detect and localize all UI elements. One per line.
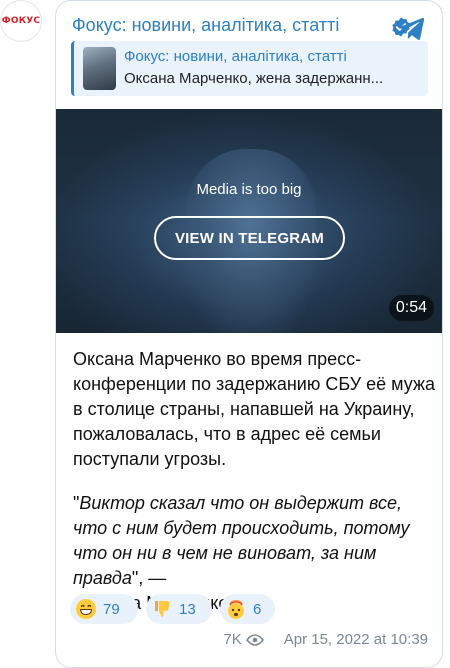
view-in-telegram-button[interactable]: VIEW IN TELEGRAM — [154, 216, 345, 260]
grinning-face-icon — [76, 599, 96, 619]
view-count: 7K — [223, 631, 242, 648]
post-header: Фокус: новини, аналітика, статті — [72, 13, 426, 43]
reply-thumbnail — [83, 47, 116, 90]
message-text: Оксана Марченко во время пресс-конференц… — [73, 347, 435, 616]
video-duration-badge: 0:54 — [388, 295, 434, 321]
reaction-exploding-head[interactable]: 6 — [220, 594, 275, 624]
reaction-count: 13 — [179, 600, 196, 618]
reply-title: Фокус: новини, аналітика, статті — [124, 48, 347, 65]
post-footer: 7K Apr 15, 2022 at 10:39 — [223, 631, 428, 648]
post-card: Фокус: новини, аналітика, статті Фокус: … — [55, 0, 443, 668]
media-too-big-message: Media is too big — [196, 181, 302, 198]
reply-preview[interactable]: Фокус: новини, аналітика, статті Оксана … — [71, 41, 428, 96]
message-paragraph: Оксана Марченко во время пресс-конференц… — [73, 349, 436, 469]
exploding-head-icon — [228, 600, 244, 619]
avatar-logo-text: ФОКУС — [1, 16, 41, 26]
post-date-link[interactable]: Apr 15, 2022 at 10:39 — [284, 631, 428, 648]
media-placeholder: Media is too big VIEW IN TELEGRAM 0:54 — [56, 109, 442, 333]
reply-text: Оксана Марченко, жена задержанн... — [124, 70, 384, 87]
quote-text: Виктор сказал что он выдержит все, что с… — [73, 493, 410, 588]
channel-avatar[interactable]: ФОКУС — [0, 0, 42, 42]
reaction-count: 6 — [253, 600, 262, 618]
views-eye-icon — [245, 633, 264, 646]
quote-close-mark: ", — — [131, 568, 167, 588]
reaction-grinning[interactable]: 79 — [70, 594, 138, 624]
reaction-count: 79 — [103, 600, 120, 618]
telegram-logo-icon[interactable] — [396, 13, 426, 43]
reaction-thumbs-down[interactable]: 13 — [146, 594, 212, 624]
channel-name-link[interactable]: Фокус: новини, аналітика, статті — [72, 15, 339, 36]
thumbs-down-icon — [155, 601, 170, 617]
